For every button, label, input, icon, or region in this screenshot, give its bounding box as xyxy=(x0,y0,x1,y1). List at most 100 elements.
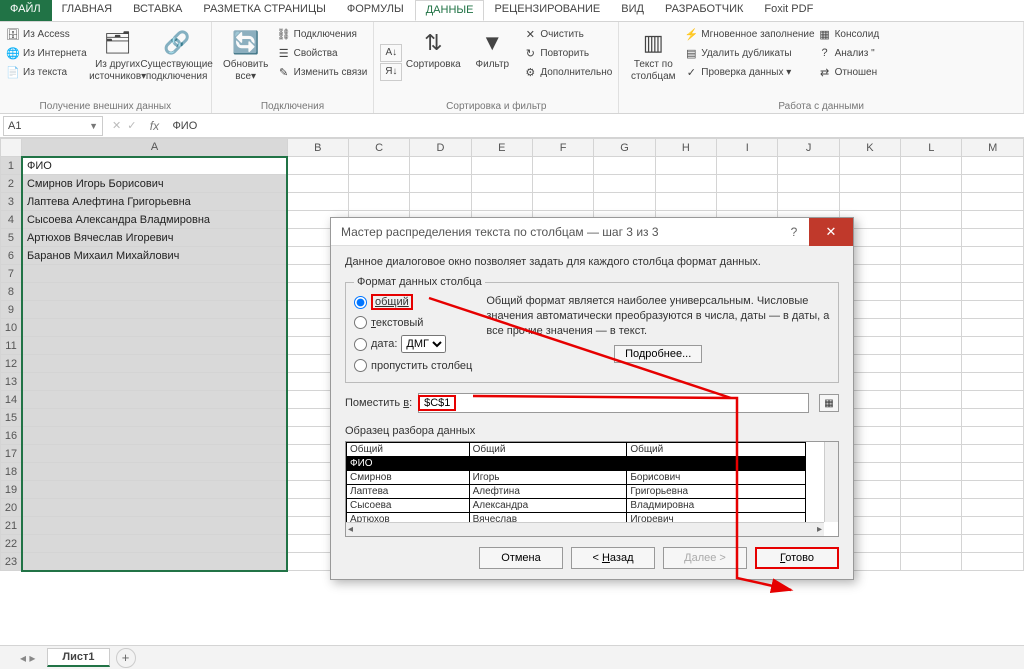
cell-M5[interactable] xyxy=(962,229,1024,247)
row-header-18[interactable]: 18 xyxy=(1,463,22,481)
col-header-D[interactable]: D xyxy=(410,139,471,157)
row-header-19[interactable]: 19 xyxy=(1,481,22,499)
cell-M19[interactable] xyxy=(962,481,1024,499)
row-header-14[interactable]: 14 xyxy=(1,391,22,409)
cell-A9[interactable] xyxy=(22,301,287,319)
cell-A12[interactable] xyxy=(22,355,287,373)
cell-M6[interactable] xyxy=(962,247,1024,265)
cell-I1[interactable] xyxy=(717,157,778,175)
row-header-1[interactable]: 1 xyxy=(1,157,22,175)
destination-input[interactable]: $C$1 xyxy=(418,393,809,413)
cell-J3[interactable] xyxy=(778,193,839,211)
btn-reapply[interactable]: ↻Повторить xyxy=(523,44,612,62)
btn-relations[interactable]: ⇄Отношен xyxy=(818,63,880,81)
cell-L6[interactable] xyxy=(901,247,962,265)
cell-A2[interactable]: Смирнов Игорь Борисович xyxy=(22,175,287,193)
cell-L14[interactable] xyxy=(901,391,962,409)
cell-L5[interactable] xyxy=(901,229,962,247)
dialog-titlebar[interactable]: Мастер распределения текста по столбцам … xyxy=(331,218,853,246)
cell-M16[interactable] xyxy=(962,427,1024,445)
btn-whatif[interactable]: ?Анализ " xyxy=(818,44,880,62)
cell-G3[interactable] xyxy=(594,193,655,211)
preview-area[interactable]: ОбщийОбщийОбщийФИОСмирновИгорьБорисовичЛ… xyxy=(345,441,839,537)
cell-H3[interactable] xyxy=(655,193,716,211)
cell-D3[interactable] xyxy=(410,193,471,211)
cell-A20[interactable] xyxy=(22,499,287,517)
cell-A21[interactable] xyxy=(22,517,287,535)
tab-вид[interactable]: ВИД xyxy=(611,0,655,21)
cell-E3[interactable] xyxy=(471,193,532,211)
radio-skip[interactable]: пропустить столбец xyxy=(354,359,472,372)
col-header-F[interactable]: F xyxy=(532,139,593,157)
cell-A6[interactable]: Баранов Михаил Михайлович xyxy=(22,247,287,265)
btn-existing-conn[interactable]: 🔗Существующие подключения xyxy=(149,25,205,99)
cell-A22[interactable] xyxy=(22,535,287,553)
cell-A23[interactable] xyxy=(22,553,287,571)
radio-date-input[interactable] xyxy=(354,338,367,351)
cell-H1[interactable] xyxy=(655,157,716,175)
col-header-B[interactable]: B xyxy=(287,139,348,157)
cell-B2[interactable] xyxy=(287,175,348,193)
cell-M17[interactable] xyxy=(962,445,1024,463)
cell-K1[interactable] xyxy=(839,157,900,175)
cell-E2[interactable] xyxy=(471,175,532,193)
cell-M21[interactable] xyxy=(962,517,1024,535)
btn-edit-links[interactable]: ✎Изменить связи xyxy=(277,63,368,81)
btn-remove-dup[interactable]: ▤Удалить дубликаты xyxy=(684,44,814,62)
cell-G1[interactable] xyxy=(594,157,655,175)
range-picker-icon[interactable]: ▦ xyxy=(819,394,839,412)
tab-foxit pdf[interactable]: Foxit PDF xyxy=(754,0,824,21)
row-header-21[interactable]: 21 xyxy=(1,517,22,535)
enter-icon[interactable]: ✓ xyxy=(127,119,136,132)
cell-M14[interactable] xyxy=(962,391,1024,409)
row-header-3[interactable]: 3 xyxy=(1,193,22,211)
cell-M9[interactable] xyxy=(962,301,1024,319)
fx-icon[interactable]: fx xyxy=(142,119,166,133)
cell-M18[interactable] xyxy=(962,463,1024,481)
cell-A18[interactable] xyxy=(22,463,287,481)
col-header-E[interactable]: E xyxy=(471,139,532,157)
cell-L11[interactable] xyxy=(901,337,962,355)
cell-F2[interactable] xyxy=(532,175,593,193)
cell-K3[interactable] xyxy=(839,193,900,211)
row-header-9[interactable]: 9 xyxy=(1,301,22,319)
row-header-4[interactable]: 4 xyxy=(1,211,22,229)
formula-input[interactable]: ФИО xyxy=(166,120,1024,132)
cell-A11[interactable] xyxy=(22,337,287,355)
cell-M15[interactable] xyxy=(962,409,1024,427)
cell-L2[interactable] xyxy=(901,175,962,193)
cell-L20[interactable] xyxy=(901,499,962,517)
col-header-I[interactable]: I xyxy=(717,139,778,157)
tab-file[interactable]: ФАЙЛ xyxy=(0,0,52,21)
btn-refresh-all[interactable]: 🔄Обновить все▾ xyxy=(218,25,274,99)
tab-вставка[interactable]: ВСТАВКА xyxy=(123,0,193,21)
cell-M2[interactable] xyxy=(962,175,1024,193)
btn-other-sources[interactable]: 🗂Из других источников▾ xyxy=(90,25,146,99)
cell-L8[interactable] xyxy=(901,283,962,301)
btn-clear[interactable]: ✕Очистить xyxy=(523,25,612,43)
cell-M11[interactable] xyxy=(962,337,1024,355)
cell-M22[interactable] xyxy=(962,535,1024,553)
col-header-M[interactable]: M xyxy=(962,139,1024,157)
dropdown-icon[interactable]: ▼ xyxy=(89,121,98,131)
cell-L13[interactable] xyxy=(901,373,962,391)
cell-A4[interactable]: Сысоева Александра Владмировна xyxy=(22,211,287,229)
cell-K2[interactable] xyxy=(839,175,900,193)
row-header-8[interactable]: 8 xyxy=(1,283,22,301)
preview-hscroll[interactable]: ◂▸ xyxy=(346,522,824,536)
cell-L19[interactable] xyxy=(901,481,962,499)
close-button[interactable]: ✕ xyxy=(809,218,853,246)
cancel-icon[interactable]: ✕ xyxy=(112,119,121,132)
radio-text[interactable]: текстовый xyxy=(354,316,472,329)
cell-A19[interactable] xyxy=(22,481,287,499)
tab-главная[interactable]: ГЛАВНАЯ xyxy=(52,0,123,21)
btn-advanced[interactable]: ⚙Дополнительно xyxy=(523,63,612,81)
col-header-H[interactable]: H xyxy=(655,139,716,157)
radio-skip-input[interactable] xyxy=(354,359,367,372)
btn-text-to-columns[interactable]: ▥Текст по столбцам xyxy=(625,25,681,99)
btn-sort-az[interactable]: А↓ xyxy=(380,44,402,62)
btn-flash-fill[interactable]: ⚡Мгновенное заполнение xyxy=(684,25,814,43)
btn-from-access[interactable]: 🗄Из Access xyxy=(6,25,87,43)
cell-L16[interactable] xyxy=(901,427,962,445)
row-header-5[interactable]: 5 xyxy=(1,229,22,247)
